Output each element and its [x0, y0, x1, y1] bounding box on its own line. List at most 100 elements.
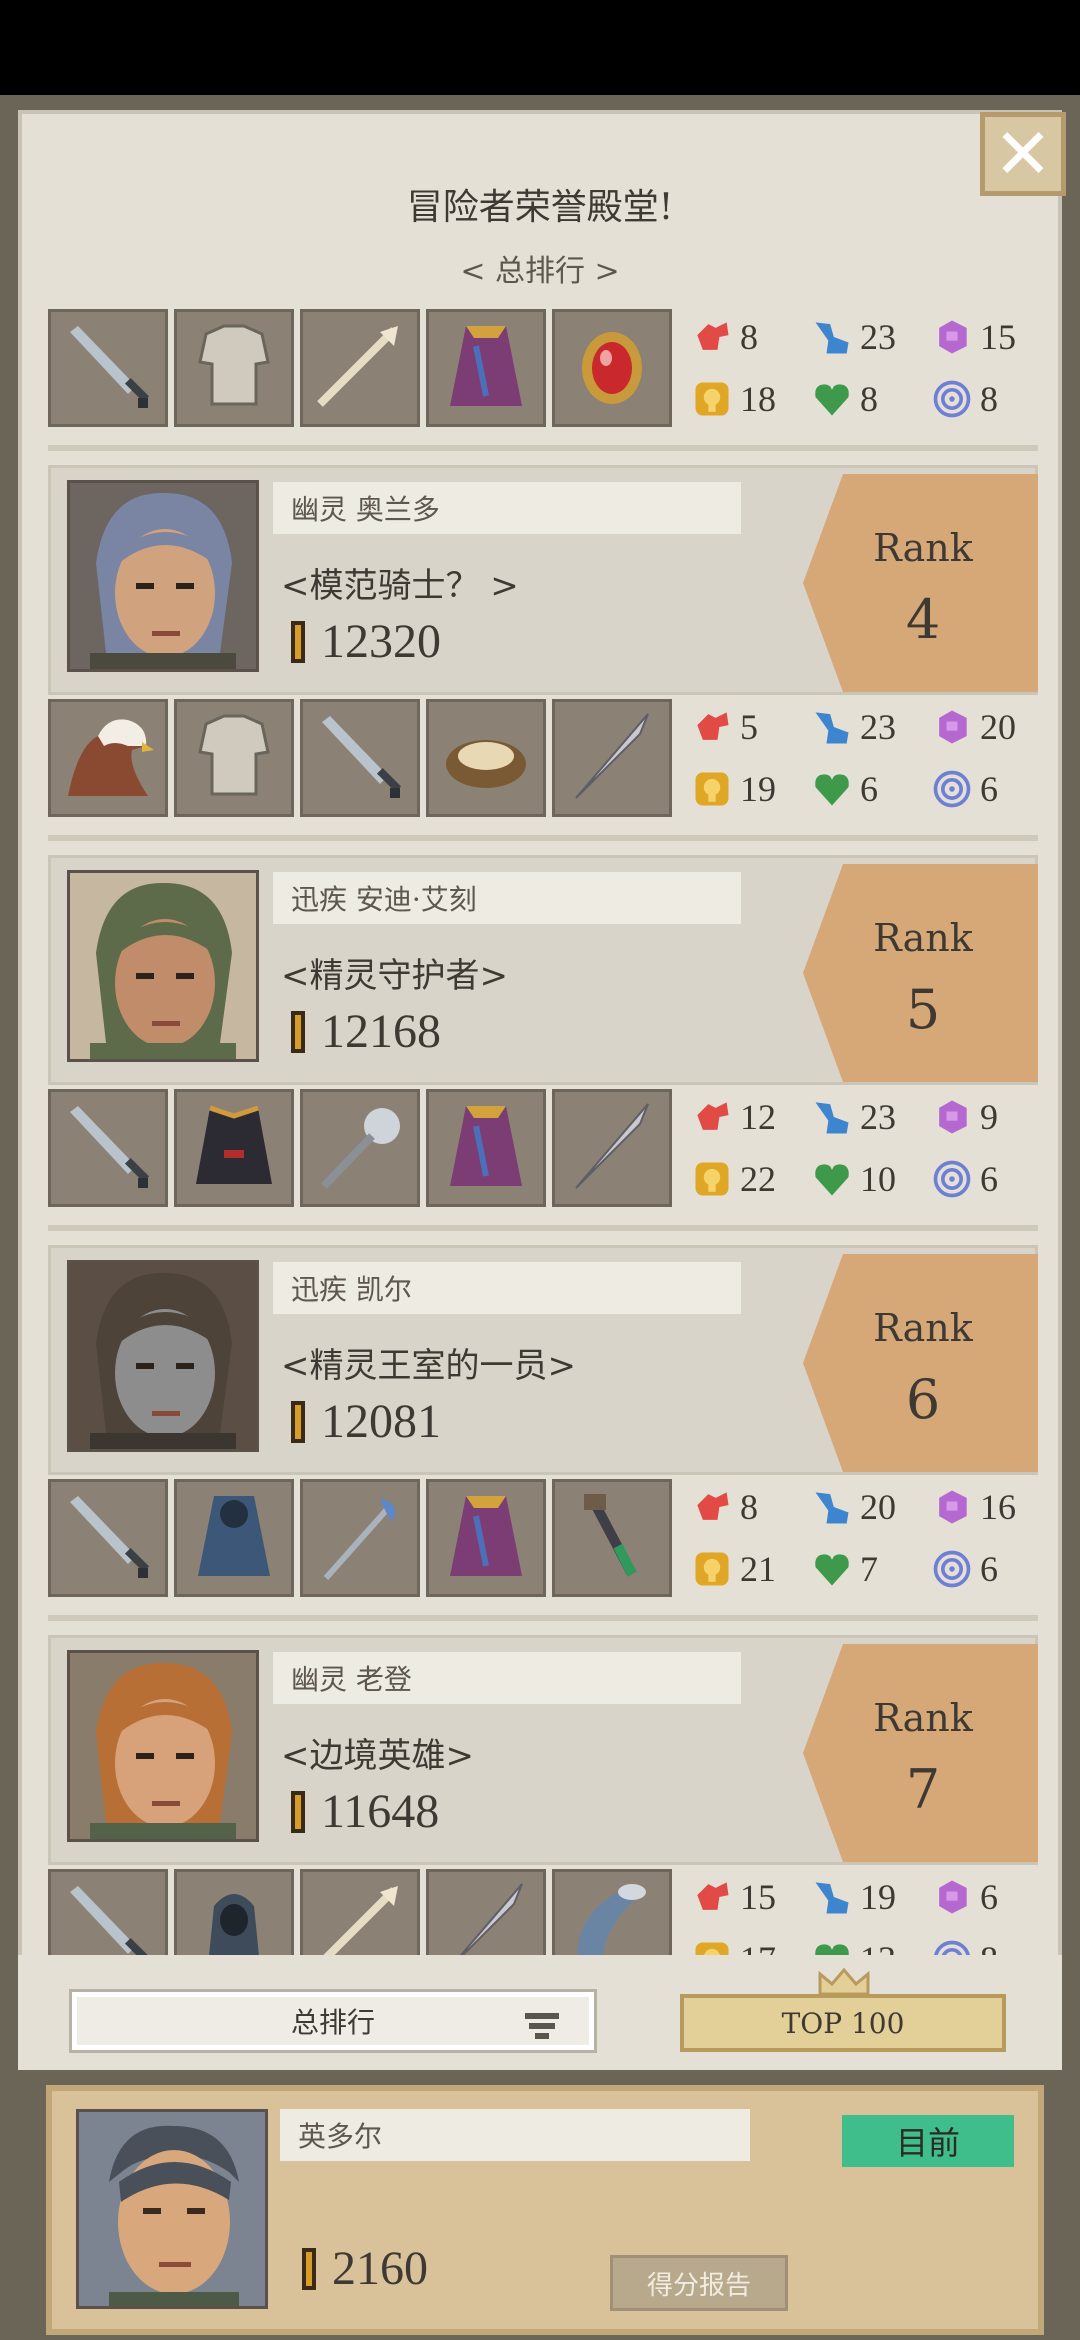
gear-slot[interactable] — [48, 309, 168, 427]
ranking-category[interactable]: < 总排行 > — [0, 246, 1080, 290]
gear-slot[interactable] — [552, 1479, 672, 1597]
stat-grid: 8 23 15 18 8 8 — [688, 309, 1038, 429]
rank-label: Rank — [873, 1696, 973, 1740]
blue-boot-icon — [808, 1873, 856, 1921]
gold-coin-icon — [688, 1155, 736, 1203]
top-100-button[interactable]: TOP 100 — [680, 1994, 1006, 2052]
current-badge: 目前 — [842, 2115, 1014, 2167]
stat-item: 5 — [688, 699, 800, 755]
gear-slot[interactable] — [552, 1869, 672, 1955]
stat-value: 13 — [860, 1938, 896, 1955]
my-rank-card[interactable]: 英多尔 目前 2160 得分报告 — [46, 2085, 1044, 2335]
avatar — [67, 480, 259, 672]
avatar — [76, 2109, 268, 2309]
sword-icon — [310, 706, 410, 810]
gear-slot[interactable] — [552, 1089, 672, 1207]
hero-card[interactable]: 迅疾 安迪·艾刻 <精灵守护者> 12168 Rank 5 — [48, 855, 1038, 1085]
gear-slot[interactable] — [48, 1479, 168, 1597]
my-name: 英多尔 — [280, 2109, 750, 2161]
gear-slot[interactable] — [48, 1089, 168, 1207]
gear-slot[interactable] — [174, 1869, 294, 1955]
avatar — [67, 870, 259, 1062]
crown-icon — [818, 1968, 870, 1996]
stat-item: 6 — [808, 761, 920, 817]
stat-value: 22 — [740, 1159, 776, 1199]
blue-target-icon — [928, 1545, 976, 1593]
stat-item: 17 — [688, 1931, 800, 1955]
stat-grid: 5 23 20 19 6 6 — [688, 699, 1038, 819]
gear-slot[interactable] — [426, 699, 546, 817]
stat-grid: 12 23 9 22 10 6 — [688, 1089, 1038, 1209]
hero-title: <精灵王室的一员> — [281, 1346, 576, 1386]
blue-boot-icon — [808, 313, 856, 361]
gear-slot[interactable] — [426, 1089, 546, 1207]
stat-value: 8 — [740, 1487, 758, 1527]
stat-value: 17 — [740, 1938, 776, 1955]
blue-boot-icon — [808, 1483, 856, 1531]
stat-item: 8 — [688, 309, 800, 365]
rank-badge: Rank 5 — [803, 864, 1038, 1082]
sword-icon — [58, 1096, 158, 1200]
my-score: 2160 — [302, 2241, 428, 2296]
spike-icon — [562, 706, 662, 810]
hero-card[interactable]: 迅疾 凯尔 <精灵王室的一员> 12081 Rank 6 — [48, 1245, 1038, 1475]
gear-slot[interactable] — [174, 309, 294, 427]
stat-item: 22 — [688, 1151, 800, 1207]
gear-slot[interactable] — [426, 1869, 546, 1955]
my-score-value: 2160 — [332, 2242, 428, 2295]
avatar — [67, 1650, 259, 1842]
gear-slot[interactable] — [300, 309, 420, 427]
stat-value: 20 — [980, 707, 1016, 747]
gear-slot[interactable] — [174, 699, 294, 817]
gear-slot[interactable] — [300, 699, 420, 817]
red-fist-icon — [688, 1483, 736, 1531]
hero-card[interactable]: 幽灵 老登 <边境英雄> 11648 Rank 7 — [48, 1635, 1038, 1865]
purple-gem-icon — [928, 1483, 976, 1531]
gear-slot[interactable] — [48, 1869, 168, 1955]
stat-value: 18 — [740, 379, 776, 419]
gear-slot[interactable] — [174, 1089, 294, 1207]
gear-slot[interactable] — [300, 1869, 420, 1955]
ranking-filter-dropdown[interactable]: 总排行 — [69, 1989, 597, 2053]
stat-item: 18 — [688, 371, 800, 427]
hero-card[interactable]: 幽灵 奥兰多 <模范骑士？ > 12320 Rank 4 — [48, 465, 1038, 695]
gear-slot[interactable] — [426, 1479, 546, 1597]
gear-slot[interactable] — [426, 309, 546, 427]
stat-value: 8 — [980, 379, 998, 419]
stat-item: 6 — [928, 1541, 1038, 1597]
stat-item: 19 — [808, 1869, 920, 1925]
horn-icon — [562, 1876, 662, 1955]
stat-value: 12 — [740, 1097, 776, 1137]
stat-item: 21 — [688, 1541, 800, 1597]
gear-slot[interactable] — [48, 699, 168, 817]
gear-slot[interactable] — [552, 699, 672, 817]
stat-value: 8 — [860, 379, 878, 419]
gear-slot[interactable] — [174, 1479, 294, 1597]
hero-score: 12081 — [291, 1394, 441, 1449]
ranking-list[interactable]: 8 23 15 18 8 8 幽灵 奥兰多 <模范骑士？ > 12320 Rank 4 5 23 20 1… — [48, 305, 1038, 1955]
purple-gem-icon — [928, 1873, 976, 1921]
hero-name: 迅疾 安迪·艾刻 — [273, 872, 741, 924]
divider — [48, 1603, 1038, 1635]
rank-label: Rank — [873, 1306, 973, 1350]
blue-target-icon — [928, 375, 976, 423]
stat-item: 10 — [808, 1151, 920, 1207]
hero-name: 迅疾 凯尔 — [273, 1262, 741, 1314]
blue-target-icon — [928, 765, 976, 813]
sword-icon — [58, 316, 158, 420]
gear-slot[interactable] — [300, 1089, 420, 1207]
score-report-button[interactable]: 得分报告 — [610, 2255, 788, 2311]
stat-value: 6 — [980, 1159, 998, 1199]
red-fist-icon — [688, 703, 736, 751]
rank-label: Rank — [873, 526, 973, 570]
hero-name: 幽灵 老登 — [273, 1652, 741, 1704]
stat-item: 8 — [808, 371, 920, 427]
hero-title: <精灵守护者> — [281, 956, 508, 996]
gear-slot[interactable] — [552, 309, 672, 427]
gear-slot[interactable] — [300, 1479, 420, 1597]
hood-icon — [184, 1876, 284, 1955]
gold-coin-icon — [688, 765, 736, 813]
hero-title: <边境英雄> — [281, 1736, 474, 1776]
blue-target-icon — [928, 1155, 976, 1203]
staff-icon — [310, 1486, 410, 1590]
